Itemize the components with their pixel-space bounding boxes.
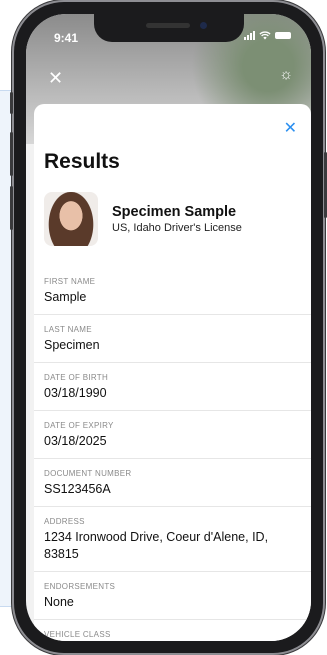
avatar: [44, 192, 98, 246]
field-label: DOCUMENT NUMBER: [44, 469, 132, 478]
field-list: FIRST NAME Sample LAST NAME Specimen DAT…: [34, 267, 311, 641]
field-value: 03/18/1990: [44, 386, 107, 400]
field-address: ADDRESS 1234 Ironwood Drive, Coeur d'Ale…: [34, 506, 311, 571]
status-icons: [244, 31, 291, 40]
volume-up-button: [10, 132, 13, 176]
status-time: 9:41: [54, 31, 79, 45]
front-camera: [199, 22, 207, 29]
field-value: Sample: [44, 290, 87, 304]
field-value: None: [44, 595, 74, 609]
page-title: Results: [44, 150, 120, 173]
flash-toggle[interactable]: ☼: [279, 66, 293, 83]
field-first-name: FIRST NAME Sample: [34, 267, 311, 314]
field-date-of-birth: DATE OF BIRTH 03/18/1990: [34, 362, 311, 410]
close-icon: ✕: [48, 68, 64, 88]
phone-frame: 9:41 ✕ ☼ ✕ Results Specimen Sample US, I…: [10, 2, 327, 653]
document-type: US, Idaho Driver's License: [112, 222, 242, 234]
profile-name: Specimen Sample: [112, 204, 237, 220]
field-vehicle-class: VEHICLE CLASS: [34, 619, 311, 641]
field-label: ADDRESS: [44, 517, 85, 526]
field-value: Specimen: [44, 338, 100, 352]
mute-switch: [10, 92, 13, 114]
field-value: 03/18/2025: [44, 434, 107, 448]
phone-screen: 9:41 ✕ ☼ ✕ Results Specimen Sample US, I…: [26, 14, 311, 641]
notch: [93, 14, 244, 42]
close-icon: ✕: [283, 120, 297, 137]
field-value: SS123456A: [44, 482, 111, 496]
field-label: LAST NAME: [44, 325, 92, 334]
signal-icon: [244, 31, 255, 40]
field-date-of-expiry: DATE OF EXPIRY 03/18/2025: [34, 410, 311, 458]
volume-down-button: [10, 186, 13, 230]
wifi-icon: [259, 31, 271, 40]
field-value: 1234 Ironwood Drive, Coeur d'Alene, ID, …: [44, 530, 269, 561]
close-results-button[interactable]: ✕: [284, 118, 297, 138]
field-label: ENDORSEMENTS: [44, 582, 116, 591]
close-camera-button[interactable]: ✕: [48, 68, 63, 89]
field-endorsements: ENDORSEMENTS None: [34, 571, 311, 619]
battery-icon: [275, 32, 291, 39]
profile-summary: Specimen Sample US, Idaho Driver's Licen…: [44, 192, 242, 246]
profile-text: Specimen Sample US, Idaho Driver's Licen…: [112, 204, 242, 234]
field-last-name: LAST NAME Specimen: [34, 314, 311, 362]
field-label: DATE OF EXPIRY: [44, 421, 114, 430]
speaker: [145, 23, 190, 28]
field-document-number: DOCUMENT NUMBER SS123456A: [34, 458, 311, 506]
field-label: DATE OF BIRTH: [44, 373, 109, 382]
field-label: VEHICLE CLASS: [44, 630, 111, 639]
flash-icon: ☼: [279, 66, 293, 83]
field-label: FIRST NAME: [44, 277, 96, 286]
results-sheet: ✕ Results Specimen Sample US, Idaho Driv…: [34, 104, 311, 641]
